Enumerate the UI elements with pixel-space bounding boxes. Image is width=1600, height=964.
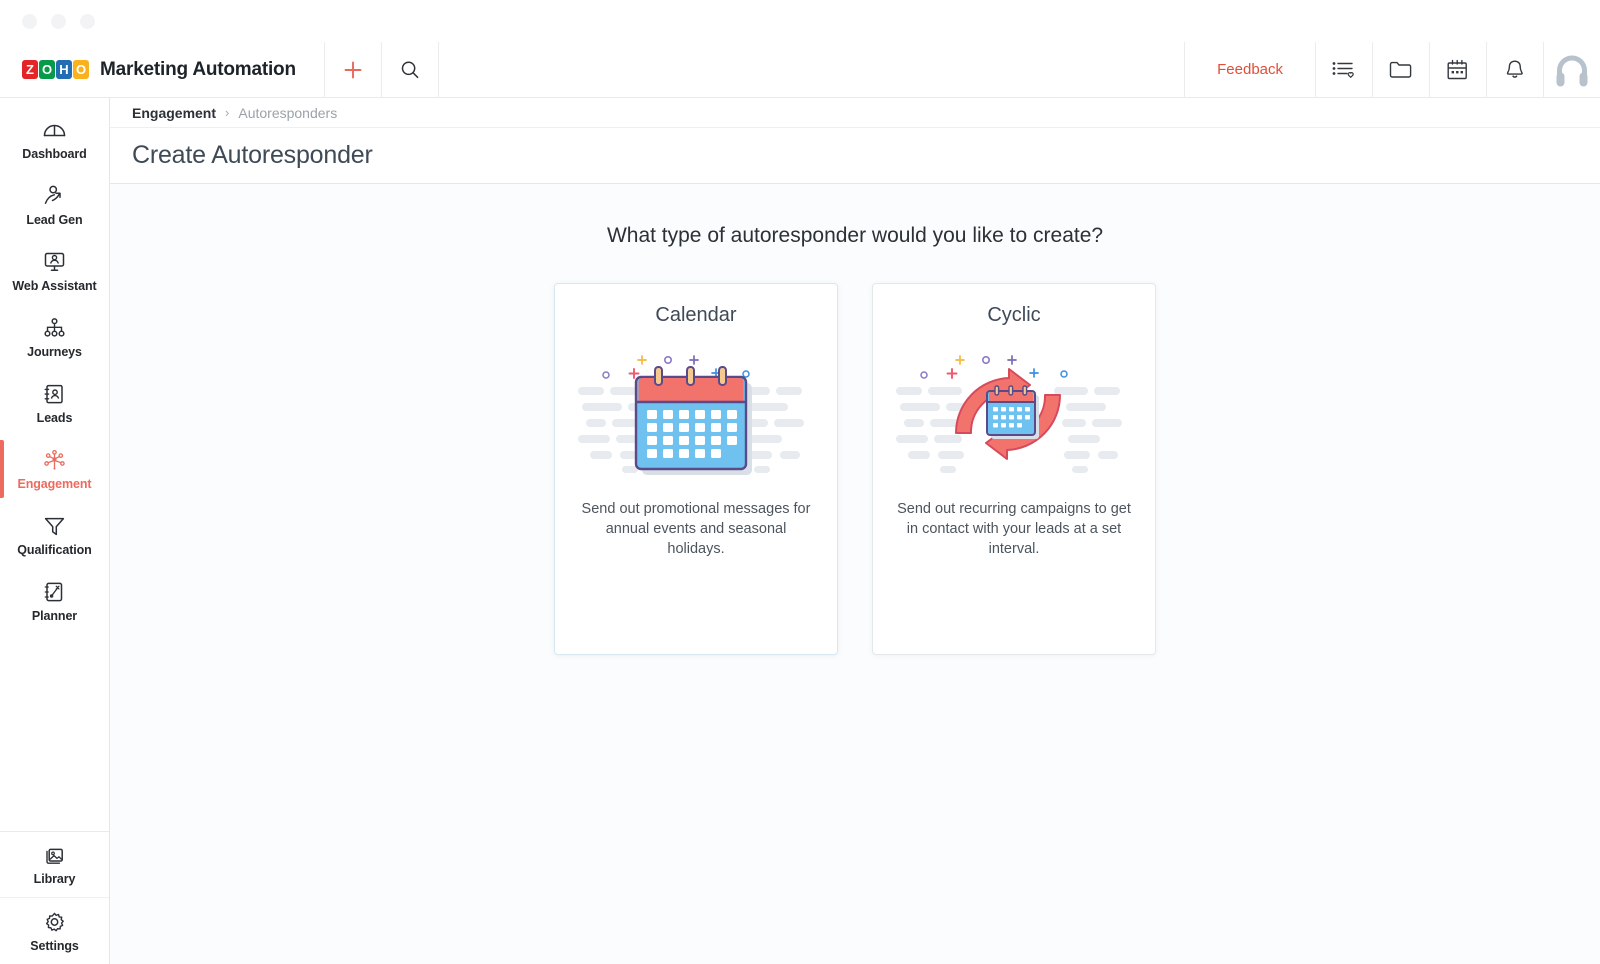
- zoho-letter-o2: O: [73, 60, 89, 79]
- card-title: Cyclic: [987, 304, 1041, 326]
- hierarchy-icon: [44, 317, 65, 337]
- breadcrumb-separator-icon: ›: [225, 105, 230, 120]
- app-body: Dashboard Lead Gen Web Assistant Journey…: [0, 98, 1600, 964]
- search-button[interactable]: [382, 42, 438, 98]
- top-bar-actions: Feedback: [1184, 41, 1600, 98]
- sidebar-item-journeys[interactable]: Journeys: [0, 304, 109, 370]
- breadcrumb: Engagement › Autoresponders: [110, 98, 1600, 128]
- page-title-bar: Create Autoresponder: [110, 128, 1600, 184]
- content-area: What type of autoresponder would you lik…: [110, 184, 1600, 964]
- sidebar-item-web-assistant[interactable]: Web Assistant: [0, 238, 109, 304]
- list-favorite-icon: [1332, 61, 1354, 78]
- sidebar-bottom-items: Library Settings: [0, 831, 109, 964]
- headset-support-icon: [1556, 55, 1588, 86]
- sidebar-item-label: Library: [33, 872, 76, 886]
- sidebar-item-planner[interactable]: Planner: [0, 568, 109, 634]
- autoresponder-type-cards: Calendar Send out promotional messages f…: [554, 283, 1156, 655]
- sidebar-item-leads[interactable]: Leads: [0, 370, 109, 436]
- sidebar-item-dashboard[interactable]: Dashboard: [0, 106, 109, 172]
- plus-icon: [344, 61, 362, 78]
- bell-icon: [1506, 60, 1523, 78]
- sidebar-item-lead-gen[interactable]: Lead Gen: [0, 172, 109, 238]
- web-assistant-icon: [44, 252, 65, 271]
- feedback-button[interactable]: Feedback: [1185, 42, 1315, 98]
- lead-growth-icon: [44, 185, 61, 204]
- zoho-letter-z: Z: [22, 60, 38, 79]
- add-button[interactable]: [325, 42, 381, 98]
- images-icon: [46, 848, 63, 864]
- notifications-button[interactable]: [1487, 42, 1543, 98]
- planner-icon: [44, 582, 63, 601]
- breadcrumb-parent[interactable]: Engagement: [132, 105, 216, 121]
- card-description: Send out promotional messages for annual…: [581, 501, 811, 557]
- zoho-letter-h: H: [56, 60, 72, 79]
- contact-card-icon: [44, 384, 63, 403]
- card-title: Calendar: [655, 304, 737, 326]
- window-dot-maximize[interactable]: [80, 13, 95, 29]
- calendar-button[interactable]: [1430, 42, 1486, 98]
- window-dot-close[interactable]: [22, 13, 37, 29]
- folder-icon: [1389, 61, 1412, 78]
- sidebar-item-label: Leads: [36, 410, 73, 425]
- engagement-icon: [44, 449, 65, 470]
- card-description: Send out recurring campaigns to get in c…: [897, 501, 1131, 557]
- breadcrumb-current: Autoresponders: [238, 104, 338, 121]
- sidebar-item-label: Dashboard: [22, 146, 87, 161]
- sidebar: Dashboard Lead Gen Web Assistant Journey…: [0, 98, 110, 964]
- card-cyclic[interactable]: Cyclic Send out recurring campaigns to g…: [872, 283, 1156, 655]
- sidebar-item-label: Engagement: [17, 476, 92, 491]
- sidebar-item-library[interactable]: Library: [0, 832, 109, 898]
- brand[interactable]: Z O H O Marketing Automation: [0, 42, 296, 97]
- sidebar-item-label: Qualification: [17, 542, 92, 557]
- support-avatar-button[interactable]: [1544, 42, 1600, 98]
- divider: [437, 41, 439, 98]
- calendar-icon: [1447, 59, 1467, 79]
- sidebar-item-qualification[interactable]: Qualification: [0, 502, 109, 568]
- sidebar-item-settings[interactable]: Settings: [0, 898, 109, 964]
- question-heading: What type of autoresponder would you lik…: [606, 224, 1104, 247]
- sidebar-item-label: Journeys: [27, 344, 82, 359]
- main-area: Engagement › Autoresponders Create Autor…: [110, 98, 1600, 964]
- zoho-logo-icon: Z O H O: [22, 60, 89, 79]
- folder-button[interactable]: [1373, 42, 1429, 98]
- gear-icon: [45, 912, 64, 931]
- top-bar: Z O H O Marketing Automation Feedback: [0, 41, 1600, 98]
- sidebar-item-engagement[interactable]: Engagement: [0, 436, 109, 502]
- search-icon: [401, 60, 419, 78]
- list-favorite-button[interactable]: [1316, 42, 1372, 98]
- card-calendar[interactable]: Calendar Send out promotional messages f…: [554, 283, 838, 655]
- window-chrome: [0, 0, 1600, 42]
- sidebar-item-label: Web Assistant: [12, 278, 97, 293]
- sidebar-item-label: Planner: [31, 608, 78, 623]
- sidebar-main-items: Dashboard Lead Gen Web Assistant Journey…: [0, 98, 109, 634]
- funnel-icon: [44, 517, 65, 535]
- app-title: Marketing Automation: [100, 58, 296, 80]
- calendar-illustration: [578, 355, 804, 475]
- window-dot-minimize[interactable]: [51, 13, 66, 29]
- page-title: Create Autoresponder: [132, 141, 373, 169]
- cyclic-calendar-illustration: [896, 355, 1122, 473]
- zoho-letter-o1: O: [39, 60, 55, 79]
- speedometer-icon: [43, 124, 66, 136]
- sidebar-item-label: Lead Gen: [26, 212, 83, 227]
- sidebar-item-label: Settings: [30, 938, 79, 953]
